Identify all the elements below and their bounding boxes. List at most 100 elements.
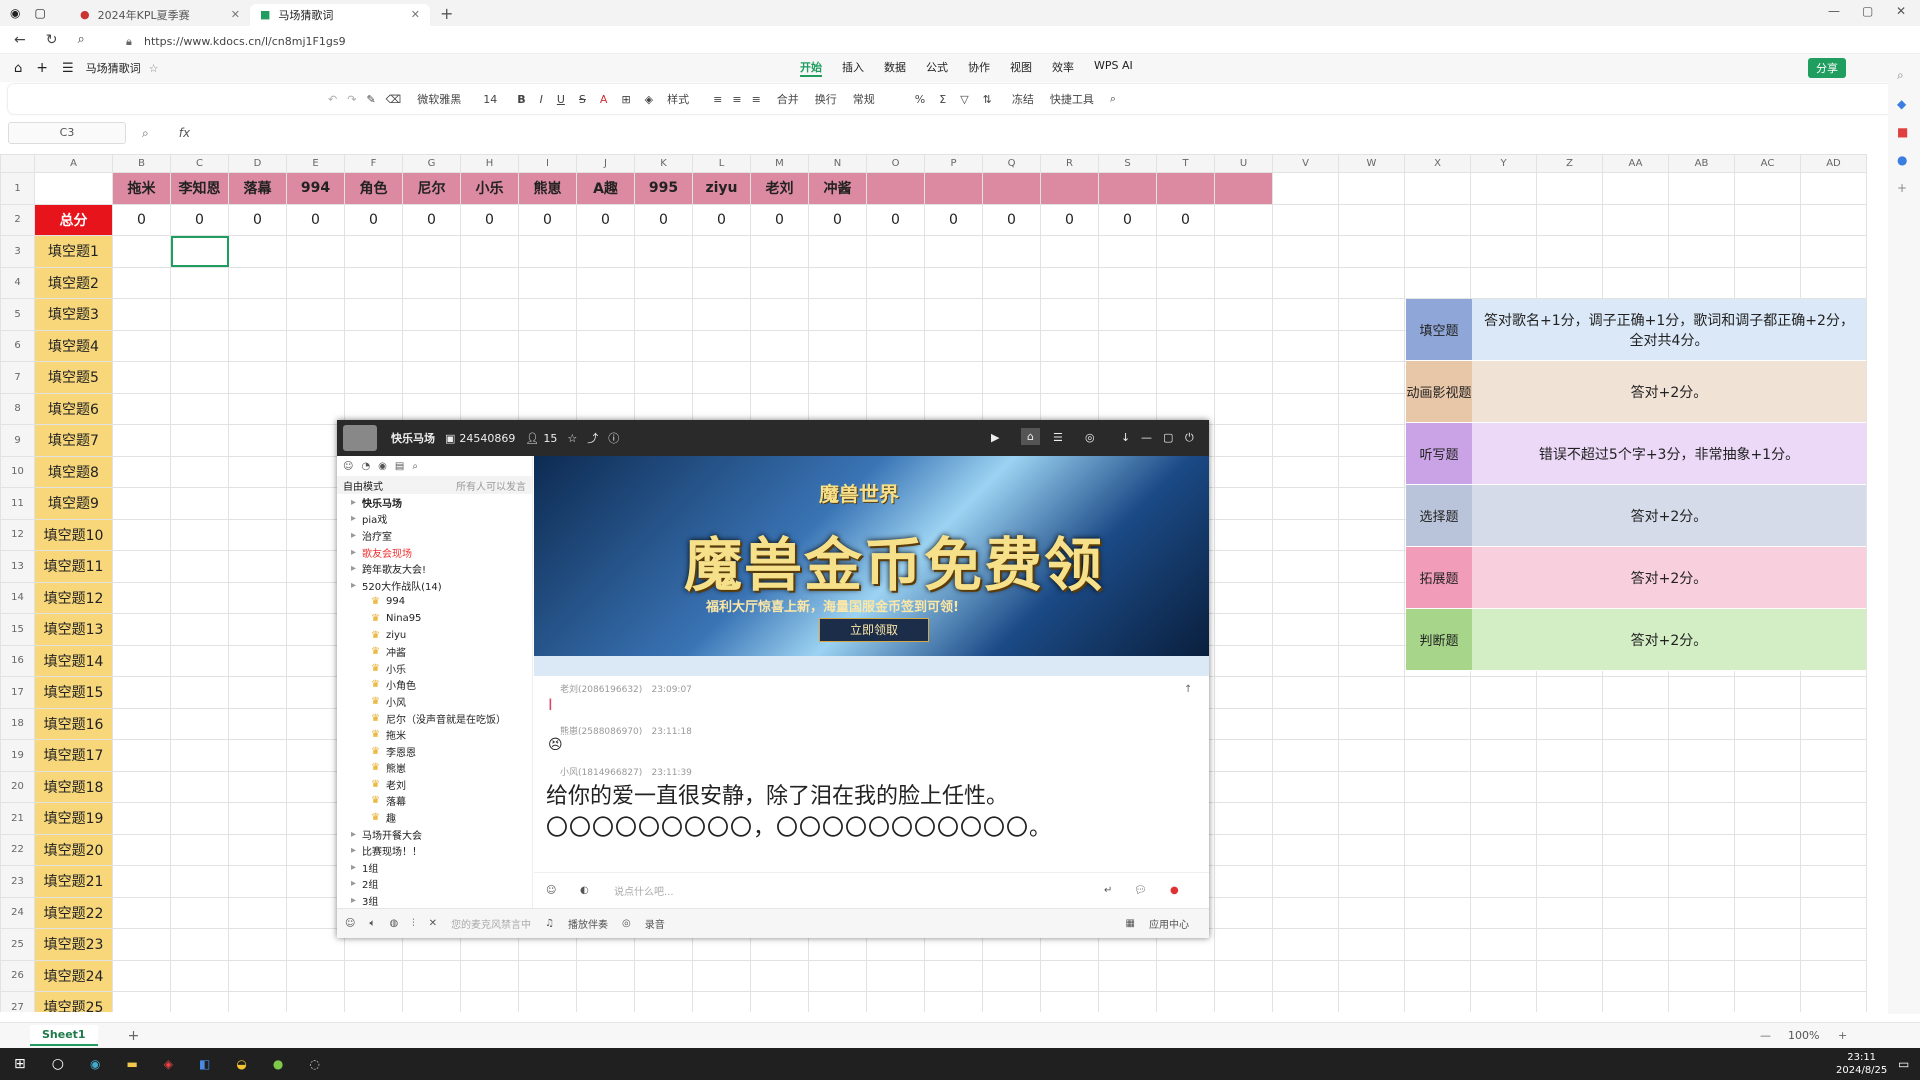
legend-type[interactable]: 拓展题 (1406, 547, 1472, 608)
cell[interactable] (170, 329, 229, 362)
cell[interactable] (1338, 991, 1405, 1012)
cell[interactable] (1404, 203, 1471, 236)
player-name-cell[interactable]: ziyu (692, 172, 751, 205)
zoom-level[interactable]: 100% (1788, 1029, 1819, 1042)
question-label-cell[interactable]: 填空题21 (34, 865, 113, 898)
cell[interactable] (692, 298, 751, 331)
cell[interactable] (1272, 707, 1339, 740)
cell[interactable] (924, 235, 983, 268)
cell[interactable] (1098, 298, 1157, 331)
minimize-icon[interactable]: — (1828, 4, 1840, 18)
cell[interactable] (1214, 959, 1273, 992)
cell[interactable] (1800, 235, 1867, 268)
cell[interactable] (1602, 928, 1669, 961)
cell[interactable] (1602, 833, 1669, 866)
channel-item[interactable]: ▸ 比赛现场！！ (337, 842, 532, 859)
cell[interactable] (576, 361, 635, 394)
cell[interactable] (924, 329, 983, 362)
channel-item[interactable]: ▸ 1组 (337, 859, 532, 876)
cell[interactable] (1272, 896, 1339, 929)
cell[interactable] (1800, 203, 1867, 236)
cell[interactable] (1214, 644, 1273, 677)
channel-member[interactable]: ♛ 冲酱 (337, 643, 532, 660)
cell[interactable] (1536, 991, 1603, 1012)
cell[interactable] (286, 644, 345, 677)
cell[interactable] (1338, 613, 1405, 646)
cell[interactable] (228, 329, 287, 362)
score-cell[interactable]: 0 (866, 203, 925, 236)
cell[interactable] (1040, 329, 1099, 362)
cell[interactable] (170, 581, 229, 614)
row-header[interactable]: 20 (0, 770, 35, 803)
cell[interactable] (982, 298, 1041, 331)
cell[interactable] (170, 865, 229, 898)
cell[interactable] (1668, 707, 1735, 740)
cell[interactable] (1272, 802, 1339, 835)
legend-rule[interactable]: 答对+2分。 (1472, 609, 1866, 670)
cell[interactable] (1470, 172, 1537, 205)
column-header[interactable]: B (112, 154, 171, 173)
cell[interactable] (1338, 172, 1405, 205)
cell[interactable] (1214, 518, 1273, 551)
cell[interactable] (112, 928, 171, 961)
close-tab-icon[interactable]: ✕ (411, 8, 420, 21)
channel-member[interactable]: ♛ 小角色 (337, 677, 532, 694)
close-window-icon[interactable]: ✕ (1896, 4, 1906, 18)
cell[interactable] (286, 676, 345, 709)
sheet-tab[interactable]: Sheet1 (30, 1025, 98, 1046)
row-header[interactable]: 13 (0, 550, 35, 583)
align-center-icon[interactable]: ≡ (732, 93, 741, 106)
cell[interactable] (286, 487, 345, 520)
channel-item[interactable]: ▸ 快乐马场 (337, 494, 532, 511)
row-header[interactable]: 18 (0, 707, 35, 740)
zoom-out-icon[interactable]: — (1760, 1029, 1771, 1042)
profile-icon[interactable]: ◉ (10, 6, 20, 20)
cell[interactable] (1040, 172, 1099, 205)
cell[interactable] (112, 676, 171, 709)
cell[interactable] (1156, 959, 1215, 992)
channel-item[interactable]: ▸ 歌友会现场 (337, 544, 532, 561)
cell[interactable] (1404, 266, 1471, 299)
cell[interactable] (924, 266, 983, 299)
cell[interactable] (576, 235, 635, 268)
cell[interactable] (228, 298, 287, 331)
cell[interactable] (228, 928, 287, 961)
question-label-cell[interactable]: 填空题5 (34, 361, 113, 394)
cell[interactable] (576, 329, 635, 362)
cell[interactable] (170, 991, 229, 1012)
cell[interactable] (1470, 203, 1537, 236)
redo-icon[interactable]: ↷ (347, 93, 356, 106)
row-header[interactable]: 15 (0, 613, 35, 646)
player-name-cell[interactable]: 李知恩 (170, 172, 229, 205)
cell[interactable] (1536, 172, 1603, 205)
score-cell[interactable]: 0 (402, 203, 461, 236)
column-header[interactable]: U (1214, 154, 1273, 173)
cell[interactable] (228, 361, 287, 394)
cell[interactable] (634, 991, 693, 1012)
question-label-cell[interactable]: 填空题15 (34, 676, 113, 709)
cell[interactable] (1404, 928, 1471, 961)
download-icon[interactable]: ↓ (1121, 431, 1130, 444)
cell[interactable] (1338, 235, 1405, 268)
cell[interactable] (634, 361, 693, 394)
legend-rule[interactable]: 答对+2分。 (1472, 361, 1866, 422)
browser-profile[interactable]: ◉ ▢ (0, 6, 70, 20)
zoom-icon[interactable]: ⌕ (142, 126, 149, 141)
message-input[interactable]: ☺ ◐ 说点什么吧... ↵ 💬︎ ● (534, 872, 1209, 908)
cell[interactable] (228, 991, 287, 1012)
cell[interactable] (1214, 487, 1273, 520)
cell[interactable] (1602, 739, 1669, 772)
menu-collab[interactable]: 协作 (968, 59, 990, 77)
cell[interactable] (1214, 392, 1273, 425)
cell[interactable] (112, 235, 171, 268)
cell[interactable] (228, 235, 287, 268)
scroll-top-icon[interactable]: ↑ (1184, 684, 1192, 695)
cell[interactable] (1668, 172, 1735, 205)
tab-sheet[interactable]: ■ 马场猜歌词 ✕ (250, 3, 430, 26)
voice-chat-window[interactable]: 快乐马场 ▣ 24540869 👤︎ 15 ☆ ⤴ ⓘ ▶ ⌂ ☰ ◎ ↓ — … (337, 420, 1209, 938)
score-cell[interactable]: 0 (170, 203, 229, 236)
legend-type[interactable]: 动画影视题 (1406, 361, 1472, 422)
column-header[interactable]: V (1272, 154, 1339, 173)
cell[interactable] (1800, 739, 1867, 772)
channel-member[interactable]: ♛ 小乐 (337, 660, 532, 677)
